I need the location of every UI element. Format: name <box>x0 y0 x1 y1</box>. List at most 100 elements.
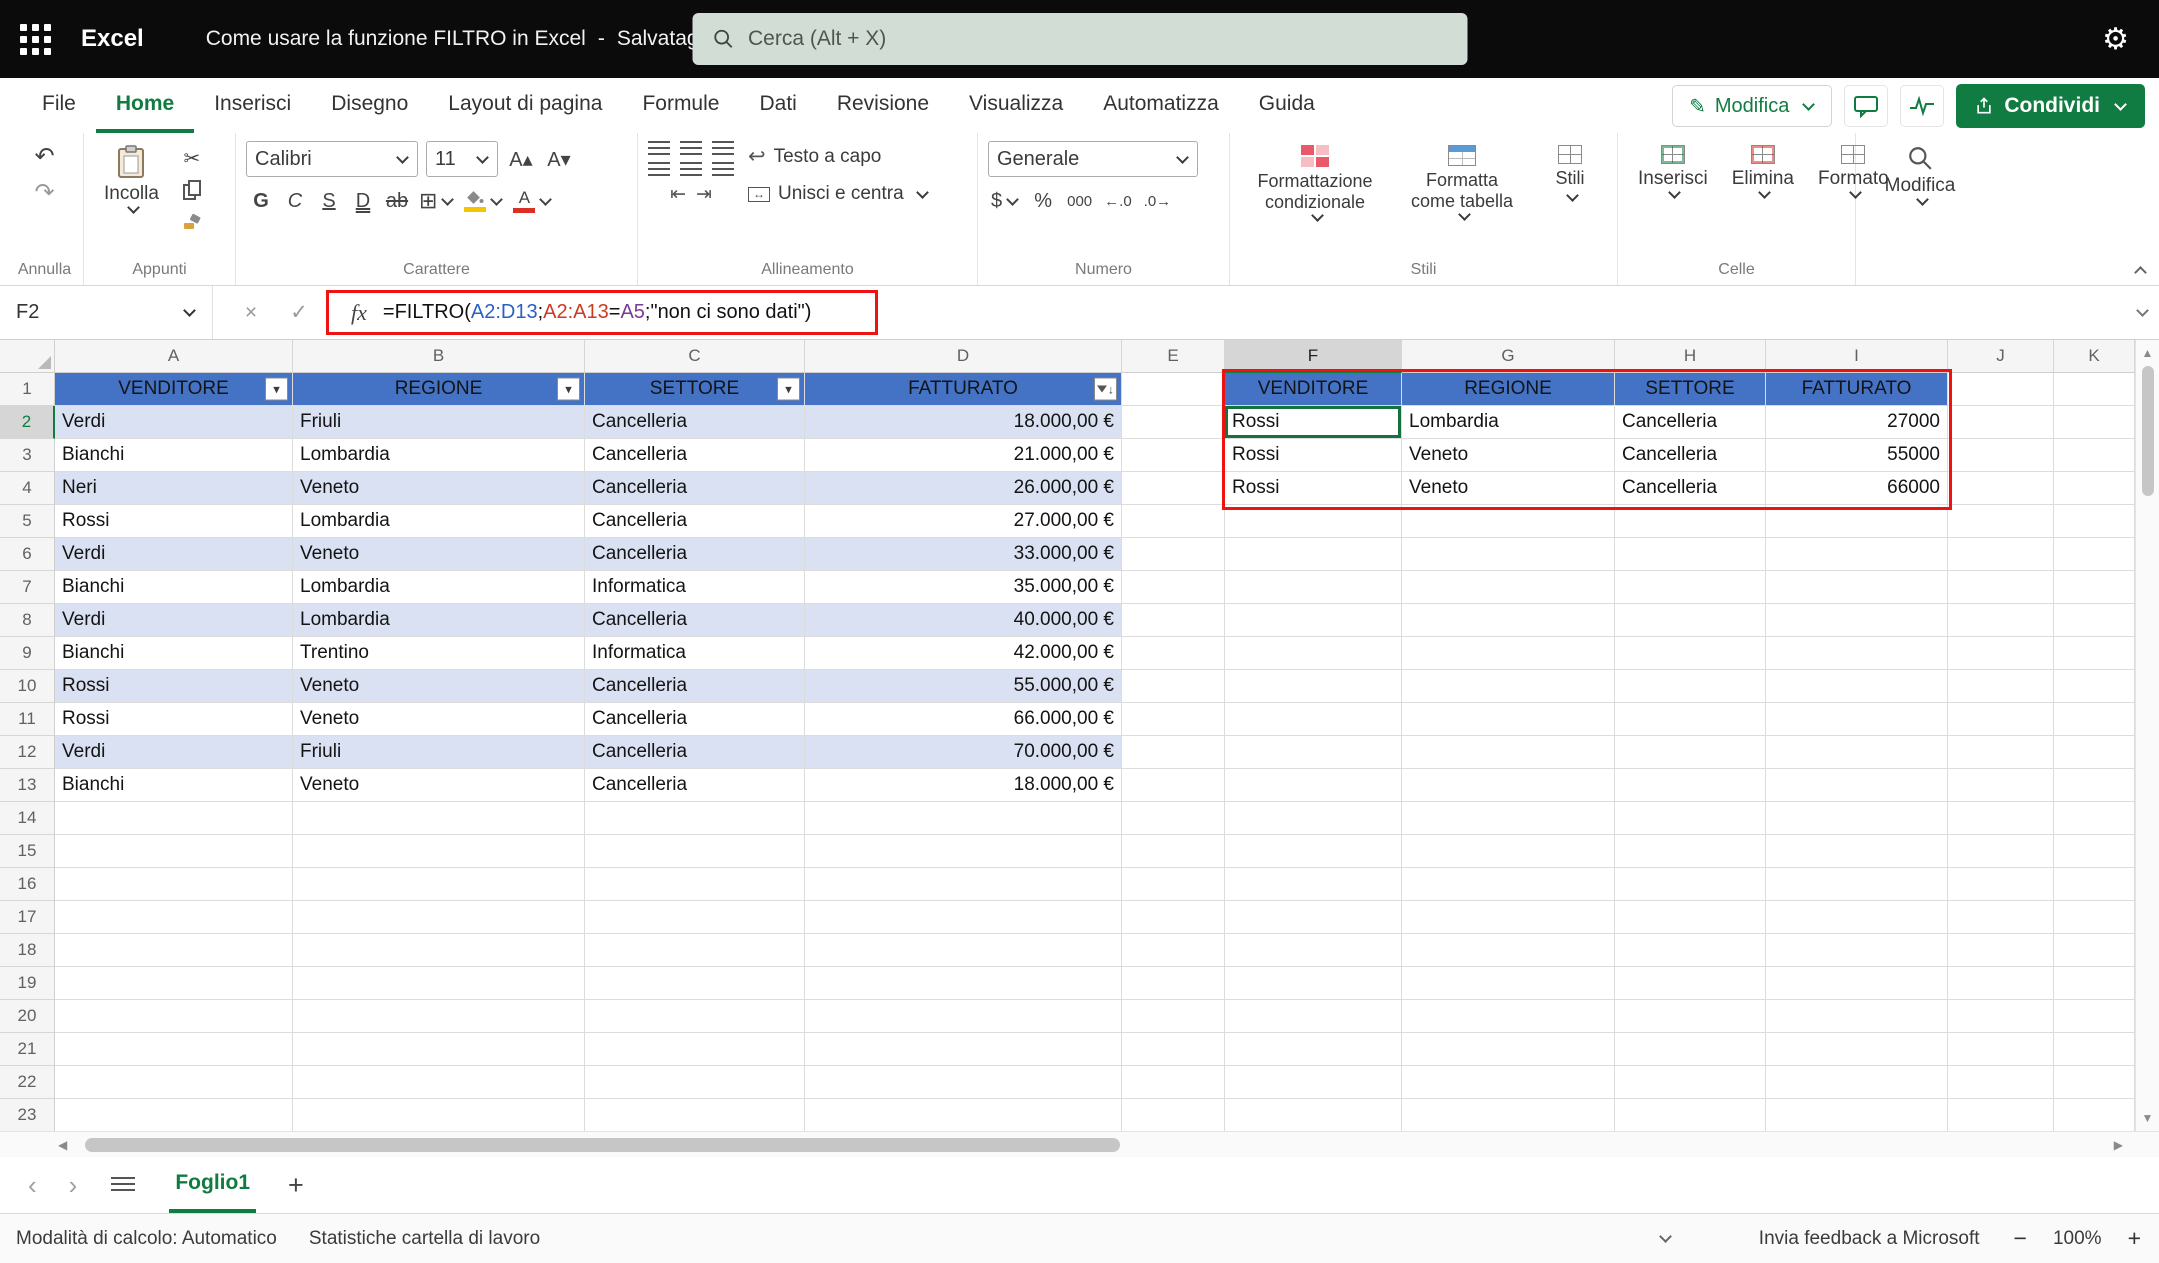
cell-C11[interactable]: Cancelleria <box>585 703 805 736</box>
row-header-6[interactable]: 6 <box>0 538 55 571</box>
cell-G23[interactable] <box>1402 1099 1615 1131</box>
row-header-2[interactable]: 2 <box>0 406 55 439</box>
row-header-3[interactable]: 3 <box>0 439 55 472</box>
cell-E1[interactable] <box>1122 373 1225 406</box>
cell-C22[interactable] <box>585 1066 805 1099</box>
cell-K6[interactable] <box>2054 538 2135 571</box>
cell-G19[interactable] <box>1402 967 1615 1000</box>
percent-button[interactable]: % <box>1028 186 1058 216</box>
column-header-I[interactable]: I <box>1766 340 1948 373</box>
insert-function-icon[interactable]: fx <box>351 300 367 326</box>
cell-I19[interactable] <box>1766 967 1948 1000</box>
cell-A15[interactable] <box>55 835 293 868</box>
cell-H8[interactable] <box>1615 604 1766 637</box>
cell-K21[interactable] <box>2054 1033 2135 1066</box>
cell-A2[interactable]: Verdi <box>55 406 293 439</box>
cell-F6[interactable] <box>1225 538 1402 571</box>
cell-G4[interactable]: Veneto <box>1402 472 1615 505</box>
cell-G3[interactable]: Veneto <box>1402 439 1615 472</box>
cell-K3[interactable] <box>2054 439 2135 472</box>
thousands-button[interactable]: 000 <box>1064 186 1095 216</box>
cell-H21[interactable] <box>1615 1033 1766 1066</box>
font-name-select[interactable]: Calibri <box>246 141 418 177</box>
cell-B9[interactable]: Trentino <box>293 637 585 670</box>
cell-J21[interactable] <box>1948 1033 2054 1066</box>
cell-E22[interactable] <box>1122 1066 1225 1099</box>
row-header-1[interactable]: 1 <box>0 373 55 406</box>
cell-F22[interactable] <box>1225 1066 1402 1099</box>
cell-D6[interactable]: 33.000,00 € <box>805 538 1122 571</box>
cell-D8[interactable]: 40.000,00 € <box>805 604 1122 637</box>
cell-B18[interactable] <box>293 934 585 967</box>
vertical-scroll-thumb[interactable] <box>2142 366 2154 496</box>
cell-C10[interactable]: Cancelleria <box>585 670 805 703</box>
cell-G9[interactable] <box>1402 637 1615 670</box>
cell-E19[interactable] <box>1122 967 1225 1000</box>
cell-C1[interactable]: SETTORE▾ <box>585 373 805 406</box>
cell-K2[interactable] <box>2054 406 2135 439</box>
cell-K8[interactable] <box>2054 604 2135 637</box>
cell-G12[interactable] <box>1402 736 1615 769</box>
row-header-23[interactable]: 23 <box>0 1099 55 1131</box>
cell-I1[interactable]: FATTURATO <box>1766 373 1948 406</box>
cell-H18[interactable] <box>1615 934 1766 967</box>
scroll-right-icon[interactable]: ▶ <box>2104 1138 2133 1152</box>
cell-F18[interactable] <box>1225 934 1402 967</box>
column-header-C[interactable]: C <box>585 340 805 373</box>
cell-F2[interactable]: Rossi <box>1225 406 1402 439</box>
cell-H9[interactable] <box>1615 637 1766 670</box>
cell-G17[interactable] <box>1402 901 1615 934</box>
cell-H17[interactable] <box>1615 901 1766 934</box>
cell-J6[interactable] <box>1948 538 2054 571</box>
column-header-D[interactable]: D <box>805 340 1122 373</box>
cell-J1[interactable] <box>1948 373 2054 406</box>
cell-I18[interactable] <box>1766 934 1948 967</box>
decrease-decimals-button[interactable]: .0→ <box>1141 186 1175 216</box>
cell-E3[interactable] <box>1122 439 1225 472</box>
cell-H23[interactable] <box>1615 1099 1766 1131</box>
italic-button[interactable]: C <box>280 186 310 216</box>
cell-I17[interactable] <box>1766 901 1948 934</box>
add-sheet-button[interactable]: + <box>274 1157 318 1213</box>
cell-D3[interactable]: 21.000,00 € <box>805 439 1122 472</box>
cell-A9[interactable]: Bianchi <box>55 637 293 670</box>
strikethrough-button[interactable]: ab <box>382 186 412 216</box>
cell-F19[interactable] <box>1225 967 1402 1000</box>
editing-button[interactable]: Modifica <box>1875 141 1966 208</box>
cell-J3[interactable] <box>1948 439 2054 472</box>
tab-automatizza[interactable]: Automatizza <box>1083 78 1239 133</box>
cell-A5[interactable]: Rossi <box>55 505 293 538</box>
cell-A10[interactable]: Rossi <box>55 670 293 703</box>
tab-formule[interactable]: Formule <box>622 78 739 133</box>
tab-inserisci[interactable]: Inserisci <box>194 78 311 133</box>
cell-I9[interactable] <box>1766 637 1948 670</box>
increase-indent-icon[interactable]: ⇥ <box>696 183 712 206</box>
borders-button[interactable]: ⊞ <box>416 186 457 216</box>
increase-decimals-button[interactable]: ←.0 <box>1101 186 1135 216</box>
cell-I3[interactable]: 55000 <box>1766 439 1948 472</box>
fill-color-button[interactable] <box>461 186 506 216</box>
cell-C21[interactable] <box>585 1033 805 1066</box>
cell-J10[interactable] <box>1948 670 2054 703</box>
cell-H11[interactable] <box>1615 703 1766 736</box>
align-left-icon[interactable] <box>648 162 670 178</box>
cell-A1[interactable]: VENDITORE▾ <box>55 373 293 406</box>
filter-dropdown-button[interactable]: ▾ <box>557 378 580 401</box>
zoom-in-button[interactable]: + <box>2128 1225 2141 1252</box>
cell-C15[interactable] <box>585 835 805 868</box>
cell-E12[interactable] <box>1122 736 1225 769</box>
cell-D15[interactable] <box>805 835 1122 868</box>
row-header-16[interactable]: 16 <box>0 868 55 901</box>
cell-G5[interactable] <box>1402 505 1615 538</box>
cell-D22[interactable] <box>805 1066 1122 1099</box>
cell-C18[interactable] <box>585 934 805 967</box>
paste-button[interactable]: Incolla <box>94 141 169 216</box>
cell-H1[interactable]: SETTORE <box>1615 373 1766 406</box>
cell-C7[interactable]: Informatica <box>585 571 805 604</box>
cell-G15[interactable] <box>1402 835 1615 868</box>
cell-F8[interactable] <box>1225 604 1402 637</box>
cell-J18[interactable] <box>1948 934 2054 967</box>
cell-B11[interactable]: Veneto <box>293 703 585 736</box>
name-box[interactable]: F2 <box>0 286 213 339</box>
cell-G1[interactable]: REGIONE <box>1402 373 1615 406</box>
